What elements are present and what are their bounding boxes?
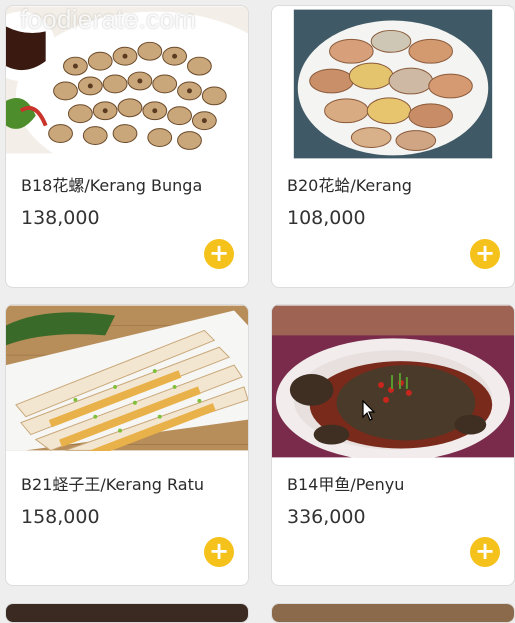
menu-item-price: 336,000 — [287, 506, 366, 528]
dish-photo-razor-clams — [6, 305, 248, 451]
dish-photo-partial — [272, 604, 514, 622]
add-to-cart-button[interactable]: + — [470, 537, 500, 567]
menu-item-name: B21蛏子王/Kerang Ratu — [21, 475, 205, 494]
mouse-pointer-icon — [362, 400, 376, 421]
menu-item-card[interactable]: B20花蛤/Kerang 108,000 + — [271, 5, 515, 288]
add-to-cart-button[interactable]: + — [470, 239, 500, 269]
menu-item-card[interactable]: B21蛏子王/Kerang Ratu 158,000 + — [5, 304, 249, 586]
menu-item-card-partial[interactable] — [271, 603, 515, 623]
dish-photo-partial — [6, 604, 248, 622]
plus-icon: + — [474, 537, 496, 565]
menu-item-name: B20花蛤/Kerang — [287, 176, 412, 195]
add-to-cart-button[interactable]: + — [204, 537, 234, 567]
plus-icon: + — [208, 537, 230, 565]
menu-item-card-partial[interactable] — [5, 603, 249, 623]
add-to-cart-button[interactable]: + — [204, 239, 234, 269]
menu-item-name: B18花螺/Kerang Bunga — [21, 176, 203, 195]
menu-item-card[interactable]: B14甲鱼/Penyu 336,000 + — [271, 304, 515, 586]
dish-photo-softshell-turtle — [272, 305, 514, 458]
menu-grid: B18花螺/Kerang Bunga 138,000 + B20花蛤/Keran… — [0, 0, 515, 623]
menu-item-card[interactable]: B18花螺/Kerang Bunga 138,000 + — [5, 5, 249, 288]
dish-photo-clams — [272, 6, 514, 161]
watermark: foodierate.com — [20, 4, 197, 34]
plus-icon: + — [208, 239, 230, 267]
menu-item-name: B14甲鱼/Penyu — [287, 475, 405, 494]
menu-item-price: 158,000 — [21, 506, 100, 528]
plus-icon: + — [474, 239, 496, 267]
menu-item-price: 138,000 — [21, 207, 100, 229]
menu-item-price: 108,000 — [287, 207, 366, 229]
